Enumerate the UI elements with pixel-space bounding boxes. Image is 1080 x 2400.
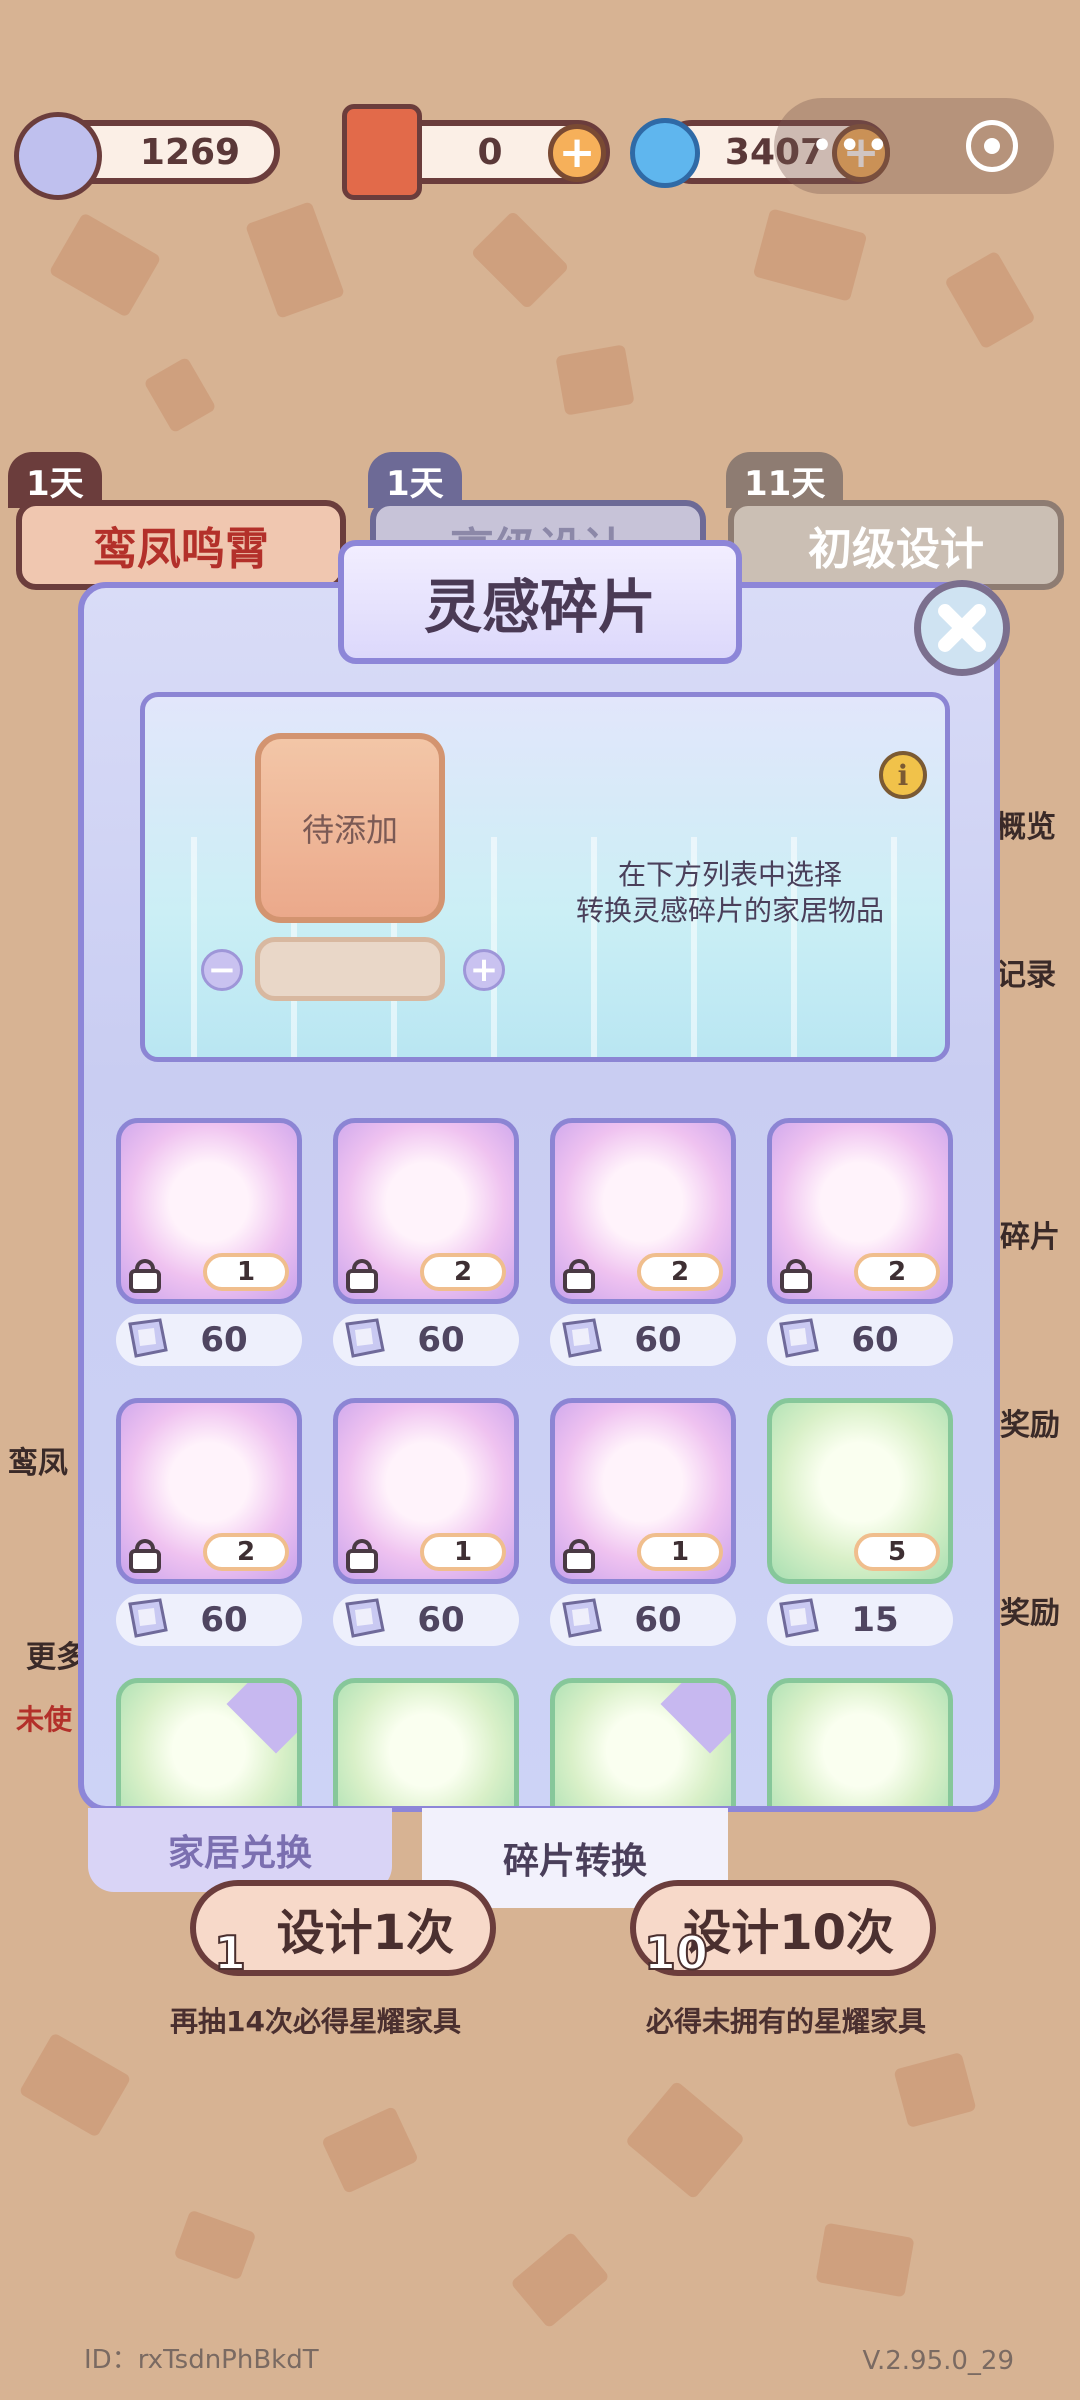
item-price: 60 xyxy=(116,1594,302,1646)
item-count-badge: 2 xyxy=(854,1253,940,1291)
info-icon[interactable]: i xyxy=(879,751,927,799)
item-price: 60 xyxy=(333,1594,519,1646)
version-label: V.2.95.0_29 xyxy=(862,2346,1014,2376)
more-menu-icon[interactable]: ••• xyxy=(810,123,893,169)
item-count-badge: 1 xyxy=(637,1533,723,1571)
fragment-count: 1269 xyxy=(139,131,241,173)
item-card[interactable]: 2 xyxy=(767,1118,953,1304)
lock-icon xyxy=(342,1259,382,1293)
furniture-item-shop-sign[interactable]: 1 60 xyxy=(333,1398,519,1646)
scroll-icon xyxy=(342,104,422,200)
lock-icon xyxy=(559,1539,599,1573)
selection-hint: 在下方列表中选择 转换灵感碎片的家居物品 xyxy=(575,858,884,927)
increase-button[interactable]: + xyxy=(463,949,505,991)
item-count-badge: 1 xyxy=(420,1533,506,1571)
scroll-count: 0 xyxy=(477,131,503,173)
design-ten-count: 10 xyxy=(643,1925,709,1981)
lock-icon xyxy=(342,1539,382,1573)
side-overview-label[interactable]: 概览 xyxy=(996,802,1056,846)
pending-item-slot[interactable]: 待添加 xyxy=(255,733,445,923)
conversion-preview-panel: 待添加 − + i 在下方列表中选择 转换灵感碎片的家居物品 xyxy=(140,692,950,1062)
item-price: 60 xyxy=(767,1314,953,1366)
item-card[interactable]: 2 xyxy=(333,1118,519,1304)
item-card[interactable]: 1 xyxy=(550,1398,736,1584)
fragment-gem-icon xyxy=(345,1598,385,1638)
item-count-badge: 2 xyxy=(420,1253,506,1291)
item-card[interactable]: 2 xyxy=(550,1118,736,1304)
tab-luanfeng[interactable]: 鸾凤鸣霄 xyxy=(16,500,346,590)
item-card[interactable]: 1 xyxy=(116,1118,302,1304)
side-left-label-2[interactable]: 更多 xyxy=(26,1632,86,1676)
swirl-icon xyxy=(630,118,700,188)
design-once-hint: 再抽14次必得星耀家具 xyxy=(170,2005,461,2038)
lock-icon xyxy=(776,1259,816,1293)
modal-title: 灵感碎片 xyxy=(338,540,742,664)
quantity-field[interactable] xyxy=(255,937,445,1001)
furniture-item-tapestry[interactable]: 2 60 xyxy=(116,1398,302,1646)
item-count-badge: 5 xyxy=(854,1533,940,1571)
item-count-badge: 2 xyxy=(637,1253,723,1291)
furniture-item-long-table[interactable]: 1 60 xyxy=(550,1398,736,1646)
fragment-gem-icon xyxy=(562,1318,602,1358)
furniture-item-bathtub[interactable] xyxy=(550,1678,736,1806)
item-price: 60 xyxy=(116,1314,302,1366)
fragment-gem-icon xyxy=(562,1598,602,1638)
furniture-item-lantern[interactable]: 1 60 xyxy=(116,1118,302,1366)
side-left-label-1[interactable]: 鸾凤 xyxy=(8,1438,68,1482)
fragment-gem-icon xyxy=(779,1318,819,1358)
furniture-item-arch-door[interactable]: 5 15 xyxy=(767,1398,953,1646)
side-fragment-label[interactable]: 碎片 xyxy=(1000,1212,1060,1256)
lock-icon xyxy=(559,1259,599,1293)
furniture-item-room[interactable] xyxy=(767,1678,953,1806)
design-ten-hint: 必得未拥有的星耀家具 xyxy=(646,2005,927,2038)
side-left-label-3: 未使 xyxy=(16,1703,73,1736)
item-count-badge: 2 xyxy=(203,1533,289,1571)
tab-basic-design[interactable]: 初级设计 xyxy=(728,500,1064,590)
close-target-icon[interactable] xyxy=(965,120,1018,172)
fragment-gem-icon xyxy=(14,112,102,200)
furniture-item-food-platter[interactable]: 2 60 xyxy=(550,1118,736,1366)
side-record-label[interactable]: 记录 xyxy=(996,950,1056,994)
inspiration-fragment-modal: 待添加 − + i 在下方列表中选择 转换灵感碎片的家居物品 1 60 2 60 2 60… xyxy=(78,582,1000,1812)
furniture-item-game-board[interactable]: 2 60 xyxy=(767,1118,953,1366)
fragment-gem-icon xyxy=(128,1318,168,1358)
furniture-item-cushion[interactable] xyxy=(116,1678,302,1806)
item-card[interactable]: 5 xyxy=(767,1398,953,1584)
design-once-count: 1 xyxy=(213,1925,247,1981)
close-modal-button[interactable] xyxy=(914,580,1010,676)
item-count-badge: 1 xyxy=(203,1253,289,1291)
item-card[interactable]: 1 xyxy=(333,1398,519,1584)
item-price: 60 xyxy=(333,1314,519,1366)
lock-icon xyxy=(125,1539,165,1573)
side-reward-label-2[interactable]: 奖励 xyxy=(1000,1588,1060,1632)
fragment-gem-icon xyxy=(345,1318,385,1358)
lock-icon xyxy=(125,1259,165,1293)
furniture-item-screen[interactable] xyxy=(333,1678,519,1806)
fragment-gem-icon xyxy=(779,1598,819,1638)
furniture-item-fruit-jar[interactable]: 2 60 xyxy=(333,1118,519,1366)
player-id: ID：rxTsdnPhBkdT xyxy=(84,2345,319,2375)
item-price: 60 xyxy=(550,1594,736,1646)
mini-program-capsule: ••• xyxy=(774,98,1054,194)
item-price: 60 xyxy=(550,1314,736,1366)
decrease-button[interactable]: − xyxy=(201,949,243,991)
side-reward-label-1[interactable]: 奖励 xyxy=(1000,1400,1060,1444)
item-price: 15 xyxy=(767,1594,953,1646)
item-card[interactable]: 2 xyxy=(116,1398,302,1584)
fragment-gem-icon xyxy=(128,1598,168,1638)
add-scroll-button[interactable]: + xyxy=(548,124,606,182)
